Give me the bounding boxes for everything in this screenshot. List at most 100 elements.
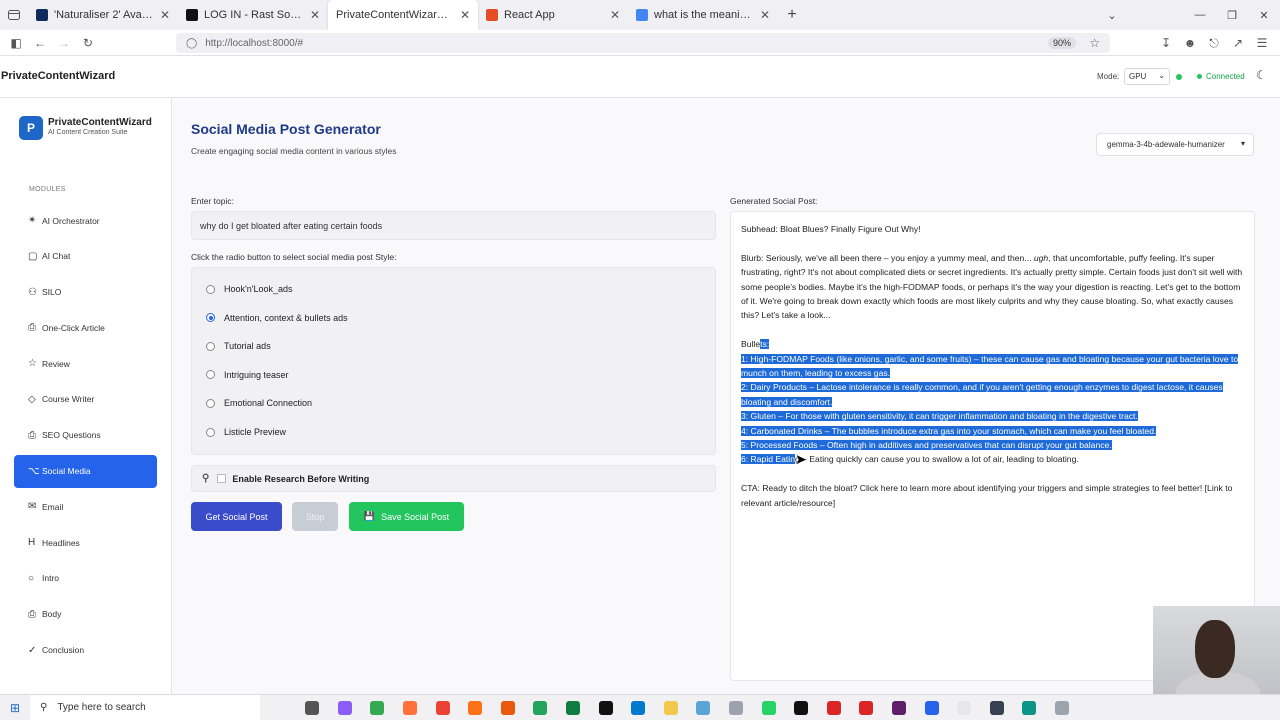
style-radio[interactable] <box>206 427 215 437</box>
taskbar-search-placeholder: Type here to search <box>57 702 146 713</box>
close-tab-icon[interactable]: ✕ <box>310 8 320 22</box>
taskbar-app[interactable] <box>752 700 785 715</box>
mode-select[interactable]: GPU ⌄ <box>1124 68 1170 85</box>
model-select[interactable]: gemma-3-4b-adewale-humanizer ▾ <box>1096 133 1254 156</box>
extensions-icon[interactable]: ⎋ <box>1202 36 1226 51</box>
excel-icon <box>566 700 581 715</box>
browser-tab[interactable]: React App ✕ <box>478 0 628 30</box>
style-option[interactable]: Tutorial ads <box>206 341 271 351</box>
sidebar-item-one-click-article[interactable]: ⎙ One-Click Article <box>14 311 157 344</box>
taskbar-app[interactable] <box>785 700 818 715</box>
style-radio[interactable] <box>206 370 215 380</box>
browser-tab[interactable]: PrivateContentWizard - AI Chat ✕ <box>328 0 478 30</box>
style-option[interactable]: Intriguing teaser <box>206 370 289 380</box>
style-option[interactable]: Emotional Connection <box>206 398 312 408</box>
taskbar-search[interactable]: ⚲ Type here to search <box>30 694 260 720</box>
get-social-post-button[interactable]: Get Social Post <box>191 502 282 531</box>
download-icon[interactable]: ↧ <box>1154 36 1178 50</box>
taskbar-app[interactable] <box>915 700 948 715</box>
page-info-icon[interactable]: ◯ <box>186 38 197 49</box>
reload-icon[interactable]: ↻ <box>76 36 100 50</box>
research-label: Enable Research Before Writing <box>232 473 370 484</box>
sidebar-item-label: SILO <box>42 287 62 298</box>
sidebar-item-review[interactable]: ☆ Review <box>14 347 157 380</box>
sidebar-item-ai-chat[interactable]: ▢ AI Chat <box>14 240 157 273</box>
taskbar-app[interactable] <box>720 700 753 715</box>
output-bullet: 3: Gluten – For those with gluten sensit… <box>741 409 1244 423</box>
browser-tab[interactable]: LOG IN - Rast Sound ✕ <box>178 0 328 30</box>
close-tab-icon[interactable]: ✕ <box>460 8 470 22</box>
close-window-icon[interactable]: ✕ <box>1248 9 1280 22</box>
stop-button[interactable]: Stop <box>292 502 338 531</box>
sidebar-item-email[interactable]: ✉ Email <box>14 490 157 523</box>
taskbar-app[interactable] <box>687 700 720 715</box>
sidebar-item-body[interactable]: ⎙ Body <box>14 598 157 631</box>
taskbar-app[interactable] <box>948 700 981 715</box>
taskbar-app[interactable] <box>459 700 492 715</box>
app-gray-icon <box>729 700 744 715</box>
taskbar-app[interactable] <box>524 700 557 715</box>
taskbar-app[interactable] <box>296 700 329 715</box>
taskbar-app[interactable] <box>980 700 1013 715</box>
zoom-level[interactable]: 90% <box>1047 37 1076 49</box>
style-option[interactable]: Attention, context & bullets ads <box>206 313 348 323</box>
back-icon[interactable]: ← <box>28 36 52 50</box>
question-icon: ⎙ <box>28 429 36 441</box>
taskbar-app[interactable] <box>1046 700 1079 715</box>
forward-icon[interactable]: → <box>52 36 76 50</box>
restore-icon[interactable]: ❐ <box>1216 9 1248 22</box>
sidebar-item-headlines[interactable]: H Headlines <box>14 526 157 559</box>
bookmark-star-icon[interactable]: ☆ <box>1089 36 1100 50</box>
style-radio[interactable] <box>206 284 215 294</box>
save-social-post-button[interactable]: 💾 Save Social Post <box>349 502 464 531</box>
browser-tab[interactable]: what is the meaning of love - G ✕ <box>628 0 778 30</box>
taskbar-app[interactable] <box>329 700 362 715</box>
close-tab-icon[interactable]: ✕ <box>160 8 170 22</box>
sidebar-item-conclusion[interactable]: ✓ Conclusion <box>14 634 157 667</box>
taskbar-app[interactable] <box>361 700 394 715</box>
sidebar-item-seo-questions[interactable]: ⎙ SEO Questions <box>14 419 157 452</box>
taskbar-app[interactable] <box>655 700 688 715</box>
sidebar-item-silo[interactable]: ⚇ SILO <box>14 276 157 309</box>
presenter-head <box>1195 620 1235 678</box>
style-radio[interactable] <box>206 341 215 351</box>
style-radio[interactable] <box>206 313 215 323</box>
taskbar-app[interactable] <box>850 700 883 715</box>
close-tab-icon[interactable]: ✕ <box>610 8 620 22</box>
menu-icon[interactable]: ☰ <box>1250 36 1274 50</box>
sidebar-item-ai-orchestrator[interactable]: ✴ AI Orchestrator <box>14 204 157 237</box>
taskbar-app[interactable] <box>1013 700 1046 715</box>
share-icon: ⌥ <box>28 465 40 477</box>
topic-input[interactable]: why do I get bloated after eating certai… <box>191 211 716 240</box>
browser-tab[interactable]: 'Naturaliser 2' Available - Micro ✕ <box>28 0 178 30</box>
taskbar-app[interactable] <box>426 700 459 715</box>
theme-toggle-icon[interactable]: ☾ <box>1256 68 1267 82</box>
tab-list-icon[interactable] <box>0 0 28 30</box>
sidebar-toggle-icon[interactable]: ◧ <box>4 36 28 50</box>
new-tab-button[interactable]: + <box>778 6 806 24</box>
address-bar[interactable]: ◯ http://localhost:8000/# 90% ☆ <box>176 33 1110 53</box>
research-toggle[interactable]: ⚲ Enable Research Before Writing <box>191 465 716 492</box>
research-checkbox[interactable] <box>217 474 227 483</box>
sidebar-item-intro[interactable]: ○ Intro <box>14 562 157 595</box>
sidebar-item-label: Intro <box>42 573 60 584</box>
sidebar-item-course-writer[interactable]: ◇ Course Writer <box>14 383 157 416</box>
style-option[interactable]: Listicle Preview <box>206 427 286 437</box>
taskbar-app[interactable] <box>883 700 916 715</box>
taskbar-app[interactable] <box>818 700 851 715</box>
share-icon[interactable]: ↗ <box>1226 36 1250 50</box>
taskbar-app[interactable] <box>589 700 622 715</box>
taskbar-app[interactable] <box>622 700 655 715</box>
windows-start-icon[interactable]: ⊞ <box>0 701 30 715</box>
taskbar-app[interactable] <box>557 700 590 715</box>
minimize-icon[interactable]: — <box>1184 9 1216 21</box>
taskbar-app[interactable] <box>394 700 427 715</box>
style-radio[interactable] <box>206 398 215 408</box>
taskbar-app[interactable] <box>492 700 525 715</box>
chevron-down-icon: ▾ <box>1240 139 1245 148</box>
close-tab-icon[interactable]: ✕ <box>760 8 770 22</box>
style-option[interactable]: Hook'n'Look_ads <box>206 284 292 294</box>
account-icon[interactable]: ☻ <box>1178 36 1202 50</box>
sidebar-item-social-media[interactable]: ⌥ Social Media <box>14 454 157 488</box>
tab-overflow-chevron-icon[interactable]: ⌄ <box>1096 9 1128 22</box>
